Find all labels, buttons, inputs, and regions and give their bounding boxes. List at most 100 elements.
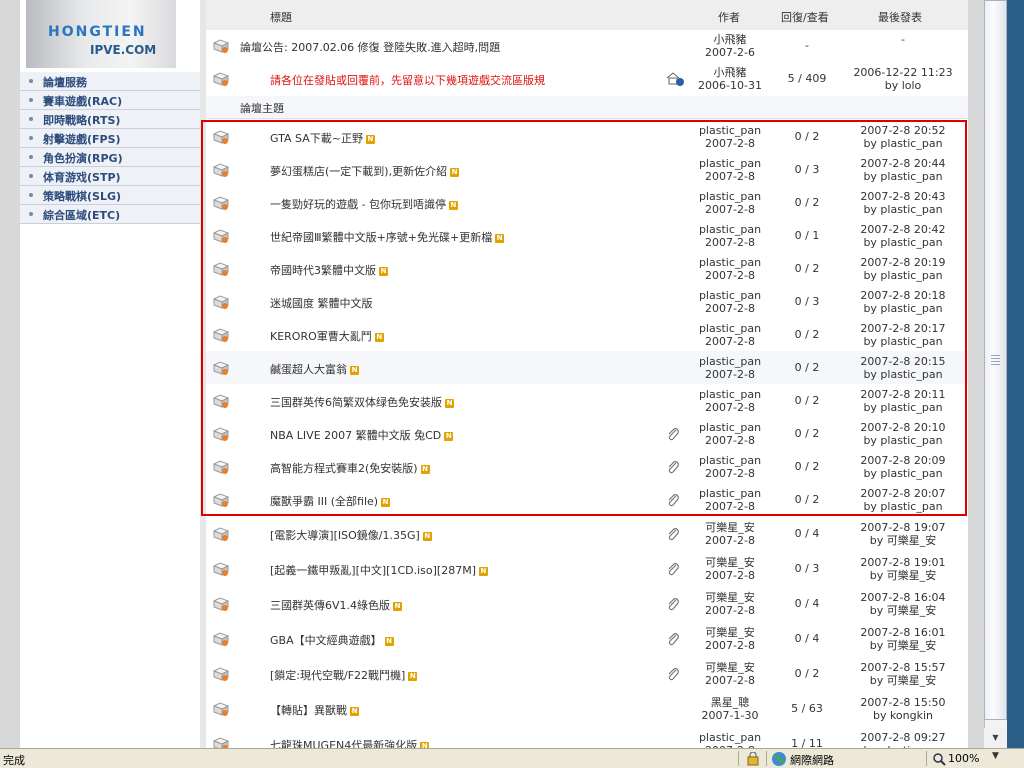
last-post[interactable]: 2007-2-8 20:11 by plastic_pan xyxy=(842,388,964,414)
thread-row[interactable]: 鹹蛋超人大富翁 Nplastic_pan 2007-2-8 0 / 2 2007-2-8… xyxy=(206,351,968,385)
last-post[interactable]: 2007-2-8 20:44 by plastic_pan xyxy=(842,157,964,183)
thread-title-link[interactable]: 高智能方程式賽車2(免安裝版) N xyxy=(270,460,430,476)
thread-author[interactable]: plastic_pan2007-2-8 xyxy=(688,322,772,348)
thread-author[interactable]: plastic_pan2007-2-8 xyxy=(688,355,772,381)
thread-title-link[interactable]: 論壇公告: 2007.02.06 修復 登陸失敗.進入超時,問題 xyxy=(240,39,500,55)
thread-row[interactable]: 世紀帝國Ⅲ繁體中文版+序號+免光碟+更新檔 N plastic_pan 2007-2-… xyxy=(206,219,968,253)
thread-author[interactable]: 小飛豬 2006-10-31 xyxy=(688,66,772,92)
thread-author[interactable]: plastic_pan2007-2-8 xyxy=(688,223,772,249)
thread-row[interactable]: 【轉貼】異獸戰 N 黑星_聰 2007-1-30 5 / 63 2007-2-8 15:5… xyxy=(206,691,968,727)
thread-author[interactable]: plastic_pan2007-2-8 xyxy=(688,124,772,150)
last-post[interactable]: 2007-2-8 20:17 by plastic_pan xyxy=(842,322,964,348)
thread-author[interactable]: 可樂星_安 2007-2-8 xyxy=(688,661,772,687)
thread-title-link[interactable]: 帝國時代3繁體中文版 N xyxy=(270,262,388,278)
thread-author[interactable]: 可樂星_安 2007-2-8 xyxy=(688,521,772,547)
last-post[interactable]: 2007-2-8 20:43 by plastic_pan xyxy=(842,190,964,216)
sidebar-item-forum-service[interactable]: 論壇服務 xyxy=(20,72,200,91)
thread-row[interactable]: [起義一鐵甲叛亂][中文][1CD.iso][287M] N 可樂星_安 2007-2… xyxy=(206,551,968,587)
pinned-thread-row[interactable]: 論壇公告: 2007.02.06 修復 登陸失敗.進入超時,問題 小飛豬 2007-… xyxy=(206,30,968,63)
thread-title-link[interactable]: 迷城國度 繁體中文版 xyxy=(270,295,373,311)
last-post[interactable]: 2007-2-8 15:57 by 可樂星_安 xyxy=(842,661,964,687)
thread-author[interactable]: plastic_pan2007-2-8 xyxy=(688,731,772,748)
zoom-level[interactable]: 100% xyxy=(948,752,979,765)
thread-row[interactable]: 三国群英传6简繁双体绿色免安装版 Nplastic_pan 2007-2-8 0 / … xyxy=(206,384,968,418)
last-post[interactable]: 2007-2-8 19:07 by 可樂星_安 xyxy=(842,521,964,547)
thread-title-link[interactable]: KERORO軍曹大亂鬥 N xyxy=(270,328,384,344)
thread-title-link[interactable]: [鎖定:現代空戰/F22戰鬥機] N xyxy=(270,667,418,683)
thread-row[interactable]: 夢幻蛋糕店(一定下載到),更新佐介紹 Nplastic_pan 2007-2-8 0 … xyxy=(206,153,968,187)
thread-row[interactable]: 七龍珠MUGEN4代最新強化版N plastic_pan2007-2-8 1 / 1… xyxy=(206,726,968,748)
scroll-down-arrow-icon[interactable]: ▼ xyxy=(984,728,1007,748)
thread-title-link[interactable]: 【轉貼】異獸戰 N xyxy=(270,702,359,718)
sidebar-item-slg[interactable]: 策略戰棋(SLG) xyxy=(20,186,200,205)
thread-title-link[interactable]: [電影大導演][ISO鏡像/1.35G] N xyxy=(270,527,432,543)
thread-title-link[interactable]: 夢幻蛋糕店(一定下載到),更新佐介紹 N xyxy=(270,163,460,179)
thread-row[interactable]: 三國群英傳6V1.4綠色版 N 可樂星_安 2007-2-8 0 / 4 2007-2-8… xyxy=(206,586,968,622)
new-badge-icon: N xyxy=(444,431,454,441)
thread-title-link[interactable]: 七龍珠MUGEN4代最新強化版 N xyxy=(270,737,430,748)
thread-author[interactable]: plastic_pan2007-2-8 xyxy=(688,421,772,447)
thread-row[interactable]: KERORO軍曹大亂鬥 Nplastic_pan 2007-2-8 0 / 2 2007… xyxy=(206,318,968,352)
thread-row[interactable]: NBA LIVE 2007 繁體中文版 兔CD N plastic_pan 2007-… xyxy=(206,417,968,451)
last-post[interactable]: 2007-2-8 20:52 by plastic_pan xyxy=(842,124,964,150)
thread-row[interactable]: [鎖定:現代空戰/F22戰鬥機] N 可樂星_安 2007-2-8 0 / 2 2007-… xyxy=(206,656,968,692)
thread-author[interactable]: plastic_pan2007-2-8 xyxy=(688,454,772,480)
thread-row[interactable]: 高智能方程式賽車2(免安裝版) Nplastic_pan 2007-2-8 0 / 2… xyxy=(206,450,968,484)
thread-title-link[interactable]: 三国群英传6简繁双体绿色免安装版 N xyxy=(270,394,454,410)
last-post[interactable]: - xyxy=(842,33,964,46)
thread-row[interactable]: 迷城國度 繁體中文版 plastic_pan 2007-2-8 0 / 3 2007-2… xyxy=(206,285,968,319)
thread-author[interactable]: 可樂星_安 2007-2-8 xyxy=(688,626,772,652)
sidebar-item-rpg[interactable]: 角色扮演(RPG) xyxy=(20,148,200,167)
thread-title-link[interactable]: 三國群英傳6V1.4綠色版 N xyxy=(270,597,403,613)
sidebar-item-rac[interactable]: 賽車遊戲(RAC) xyxy=(20,91,200,110)
site-logo[interactable]: HONGTIEN IPVE.COM xyxy=(26,0,176,68)
thread-title-link[interactable]: 請各位在發貼或回覆前，先留意以下幾項遊戲交流區版規 xyxy=(270,72,545,88)
last-post[interactable]: 2007-2-8 20:18 by plastic_pan xyxy=(842,289,964,315)
thread-title-link[interactable]: 魔獸爭霸 III (全部file) N xyxy=(270,493,391,509)
thread-row[interactable]: GBA【中文經典遊戲】 N 可樂星_安 2007-2-8 0 / 4 2007-2-8 1… xyxy=(206,621,968,657)
last-post[interactable]: 2007-2-8 20:42 by plastic_pan xyxy=(842,223,964,249)
sidebar-item-stp[interactable]: 体育游戏(STP) xyxy=(20,167,200,186)
thread-author[interactable]: plastic_pan2007-2-8 xyxy=(688,388,772,414)
thread-row[interactable]: 帝國時代3繁體中文版 Nplastic_pan 2007-2-8 0 / 2 2007-… xyxy=(206,252,968,286)
thread-author[interactable]: 黑星_聰 2007-1-30 xyxy=(688,696,772,722)
pinned-thread-row[interactable]: 請各位在發貼或回覆前，先留意以下幾項遊戲交流區版規 小飛豬 2006-10-31 5 … xyxy=(206,62,968,97)
last-post[interactable]: 2007-2-8 20:07 by plastic_pan xyxy=(842,487,964,513)
thread-author[interactable]: 小飛豬 2007-2-6 xyxy=(688,33,772,59)
last-post[interactable]: 2007-2-8 20:09 by plastic_pan xyxy=(842,454,964,480)
thread-author[interactable]: plastic_pan2007-2-8 xyxy=(688,289,772,315)
last-post[interactable]: 2007-2-8 20:19 by plastic_pan xyxy=(842,256,964,282)
thread-title-link[interactable]: 世紀帝國Ⅲ繁體中文版+序號+免光碟+更新檔 N xyxy=(270,229,505,245)
thread-author[interactable]: plastic_pan2007-2-8 xyxy=(688,487,772,513)
zoom-dropdown-icon[interactable]: ▼ xyxy=(992,751,999,761)
multi-page-icon[interactable] xyxy=(666,72,684,86)
thread-title-link[interactable]: 一隻勁好玩的遊戲 - 包你玩到唔識停 N xyxy=(270,196,458,212)
thread-title-link[interactable]: 鹹蛋超人大富翁 N xyxy=(270,361,359,377)
thread-author[interactable]: 可樂星_安 2007-2-8 xyxy=(688,556,772,582)
thread-row[interactable]: 一隻勁好玩的遊戲 - 包你玩到唔識停 Nplastic_pan 2007-2-8 0 … xyxy=(206,186,968,220)
thread-author[interactable]: plastic_pan2007-2-8 xyxy=(688,157,772,183)
thread-title-link[interactable]: GBA【中文經典遊戲】 N xyxy=(270,632,394,648)
last-post[interactable]: 2007-2-8 19:01 by 可樂星_安 xyxy=(842,556,964,582)
sidebar-item-etc[interactable]: 綜合區域(ETC) xyxy=(20,205,200,224)
thread-title-link[interactable]: [起義一鐵甲叛亂][中文][1CD.iso][287M] N xyxy=(270,562,488,578)
zoom-icon[interactable] xyxy=(932,752,946,766)
thread-author[interactable]: 可樂星_安 2007-2-8 xyxy=(688,591,772,617)
sidebar-item-rts[interactable]: 即時戰略(RTS) xyxy=(20,110,200,129)
thread-author[interactable]: plastic_pan2007-2-8 xyxy=(688,190,772,216)
last-post[interactable]: 2007-2-8 09:27by plastic_pan xyxy=(842,731,964,748)
last-post[interactable]: 2007-2-8 20:10 by plastic_pan xyxy=(842,421,964,447)
last-post[interactable]: 2007-2-8 16:01 by 可樂星_安 xyxy=(842,626,964,652)
thread-row[interactable]: [電影大導演][ISO鏡像/1.35G] N 可樂星_安 2007-2-8 0 / 4 2… xyxy=(206,516,968,552)
thread-row[interactable]: GTA SA下載~正野 Nplastic_pan 2007-2-8 0 / 2 2007… xyxy=(206,120,968,154)
last-post[interactable]: 2007-2-8 20:15 by plastic_pan xyxy=(842,355,964,381)
thread-author[interactable]: plastic_pan2007-2-8 xyxy=(688,256,772,282)
last-post[interactable]: 2006-12-22 11:23 by lolo xyxy=(842,66,964,92)
sidebar-item-fps[interactable]: 射擊遊戲(FPS) xyxy=(20,129,200,148)
thread-title-link[interactable]: NBA LIVE 2007 繁體中文版 兔CD N xyxy=(270,427,454,443)
last-post[interactable]: 2007-2-8 16:04 by 可樂星_安 xyxy=(842,591,964,617)
thread-title-link[interactable]: GTA SA下載~正野 N xyxy=(270,130,375,146)
thread-row[interactable]: 魔獸爭霸 III (全部file) Nplastic_pan 2007-2-8 0 /… xyxy=(206,483,968,517)
scrollbar-thumb[interactable] xyxy=(984,0,1007,720)
last-post[interactable]: 2007-2-8 15:50 by kongkin xyxy=(842,696,964,722)
